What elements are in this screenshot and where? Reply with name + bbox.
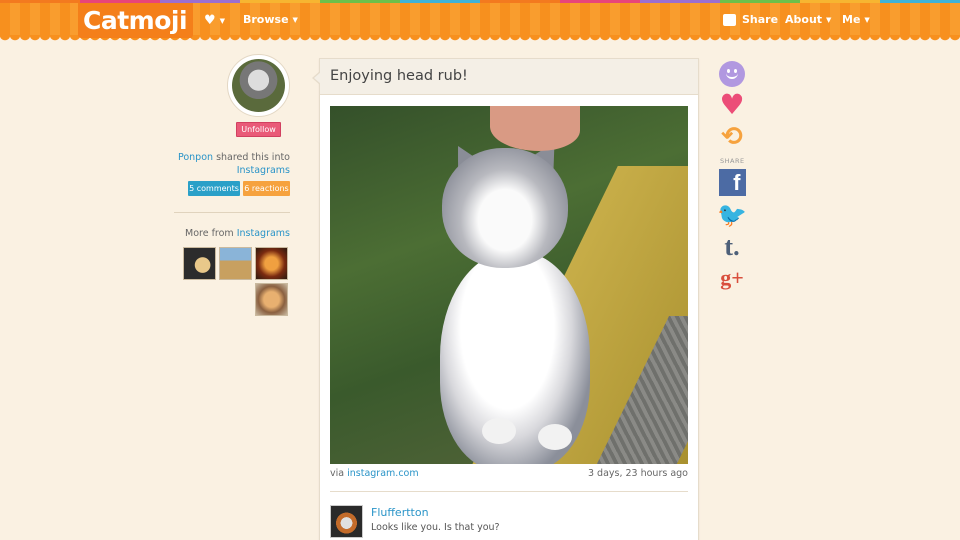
heart-reaction-button[interactable]: ♥	[718, 91, 746, 119]
share-section-label: SHARE	[720, 157, 745, 165]
user-link[interactable]: Ponpon	[178, 152, 213, 163]
google-plus-icon: g+	[720, 265, 744, 290]
retweet-icon: ⟲	[721, 122, 743, 152]
chevron-down-icon: ▼	[219, 16, 226, 25]
thumbnail[interactable]	[183, 247, 216, 280]
smiley-icon	[719, 61, 745, 87]
logo[interactable]: Catmoji	[83, 6, 188, 35]
post-photo[interactable]	[330, 106, 688, 464]
divider	[330, 491, 688, 492]
heart-icon: ♥	[204, 13, 216, 28]
photo-cat-head	[442, 148, 568, 268]
post-title: Enjoying head rub!	[330, 68, 468, 84]
heart-icon: ♥	[719, 88, 745, 121]
browse-label: Browse	[243, 13, 289, 26]
photo-hand	[490, 106, 580, 151]
share-attribution: Ponpon shared this into Instagrams	[178, 151, 290, 177]
google-plus-share-button[interactable]: g+	[718, 264, 746, 292]
chevron-down-icon: ▼	[826, 15, 832, 24]
smiley-reaction-button[interactable]	[718, 60, 746, 88]
favorites-menu[interactable]: ♥ ▼	[204, 13, 225, 28]
facebook-icon: f	[718, 168, 746, 196]
photo-cat-paw	[482, 418, 516, 444]
collection-link[interactable]: Instagrams	[237, 165, 290, 176]
comment-author[interactable]: Fluffertton	[371, 506, 429, 519]
twitter-icon: 🐦	[717, 201, 747, 229]
comment-avatar[interactable]	[330, 505, 363, 538]
browse-menu[interactable]: Browse ▼	[243, 13, 298, 26]
divider	[174, 212, 290, 213]
me-menu[interactable]: Me ▼	[842, 13, 870, 26]
comments-badge[interactable]: 5 comments	[188, 181, 240, 196]
post-card: Enjoying head rub! via instagram.com 3 d…	[312, 58, 699, 540]
avatar-image	[232, 59, 285, 112]
comment-text: Looks like you. Is that you?	[371, 522, 500, 533]
thumbnail[interactable]	[255, 283, 288, 316]
shared-text: shared this into	[216, 152, 290, 163]
chevron-down-icon: ▼	[292, 15, 298, 24]
user-avatar[interactable]	[227, 54, 290, 117]
about-menu[interactable]: About ▼	[785, 13, 831, 26]
more-from-link[interactable]: Instagrams	[237, 228, 290, 239]
me-label: Me	[842, 13, 861, 26]
share-label: Share	[742, 13, 779, 26]
more-from: More from Instagrams	[185, 228, 290, 239]
post-header: Enjoying head rub!	[320, 59, 698, 95]
twitter-share-button[interactable]: 🐦	[717, 201, 747, 229]
via-text: via	[330, 468, 345, 479]
tumblr-share-button[interactable]: t.	[718, 233, 746, 261]
post-timestamp: 3 days, 23 hours ago	[587, 468, 688, 479]
thumbnail[interactable]	[219, 247, 252, 280]
thumbnail[interactable]	[255, 247, 288, 280]
source-attribution: via instagram.com	[330, 468, 419, 479]
source-link[interactable]: instagram.com	[347, 468, 418, 479]
cat-share-icon	[723, 13, 736, 26]
chevron-down-icon: ▼	[864, 15, 870, 24]
retweet-button[interactable]: ⟲	[718, 123, 746, 151]
about-label: About	[785, 13, 823, 26]
photo-cat-paw	[538, 424, 572, 450]
facebook-share-button[interactable]: f	[718, 168, 746, 196]
share-button[interactable]: Share	[723, 13, 778, 26]
tumblr-icon: t.	[724, 232, 740, 261]
reactions-badge[interactable]: 6 reactions	[243, 181, 290, 196]
unfollow-button[interactable]: Unfollow	[236, 122, 281, 137]
more-from-text: More from	[185, 228, 234, 239]
